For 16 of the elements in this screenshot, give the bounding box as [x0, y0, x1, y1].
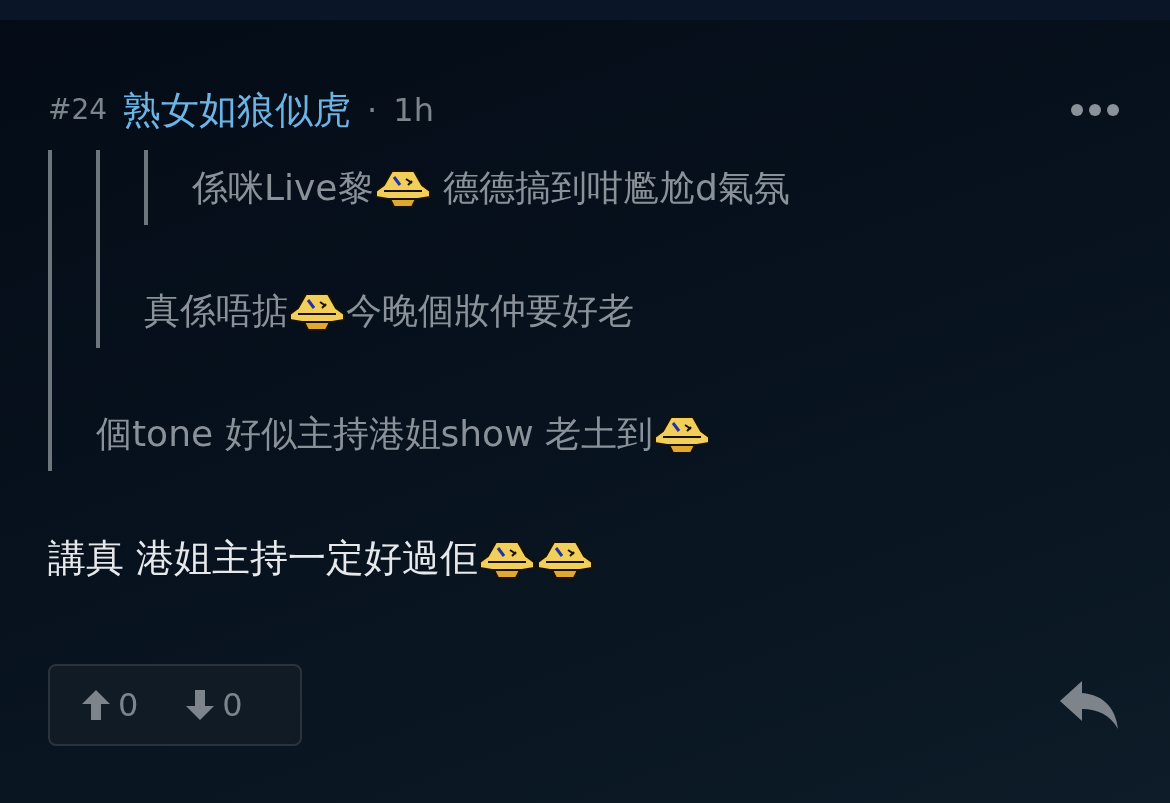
- author-name[interactable]: 熟女如狼似虎: [123, 81, 352, 139]
- downvote-icon[interactable]: [186, 690, 215, 720]
- post-number: #24: [48, 92, 108, 128]
- reply-text: 講真 港姐主持一定好過佢: [48, 535, 479, 582]
- quoted-text: 個tone 好似主持港姐show 老土到: [96, 411, 654, 456]
- more-icon[interactable]: [1070, 103, 1120, 117]
- upvote-count: 0: [118, 685, 139, 726]
- quoted-text: 德德搞到咁尷尬d氣氛: [441, 165, 790, 210]
- downvote-count: 0: [222, 685, 243, 726]
- reply-icon[interactable]: [1060, 681, 1118, 729]
- quoted-text: 今晚個妝仲要好老: [346, 288, 634, 333]
- quoted-text: 係咪Live黎: [192, 165, 374, 210]
- post-time: 1h: [393, 90, 434, 131]
- upvote-icon[interactable]: [82, 690, 110, 720]
- quoted-text: 真係唔掂: [144, 288, 288, 333]
- separator-dot: ·: [367, 90, 378, 131]
